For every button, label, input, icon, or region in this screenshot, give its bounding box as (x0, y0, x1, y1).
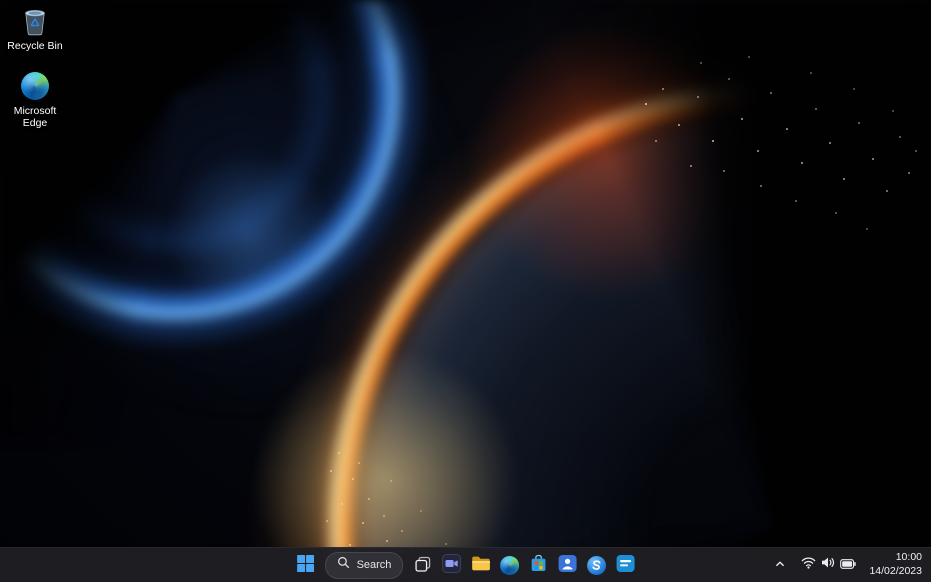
task-view-icon (414, 555, 432, 576)
taskbar-tray-area: 10:00 14/02/2023 (768, 548, 926, 582)
desktop-icon-label: Recycle Bin (7, 40, 62, 53)
video-camera-icon (442, 554, 461, 576)
wallpaper (0, 0, 931, 582)
desktop-icon-label: Microsoft Edge (7, 105, 63, 130)
tray-chevron-button[interactable] (768, 552, 792, 578)
blue-person-tile-icon (558, 554, 577, 576)
taskbar: Search (0, 547, 931, 582)
taskbar-clock[interactable]: 10:00 14/02/2023 (865, 551, 926, 578)
search-icon (337, 556, 350, 574)
store-bag-icon (529, 554, 548, 576)
windows-start-icon (297, 555, 314, 575)
taskbar-app-teal-tile[interactable] (611, 551, 640, 580)
taskbar-app-file-explorer[interactable] (466, 551, 495, 580)
taskbar-app-edge[interactable] (495, 551, 524, 580)
taskbar-app-blue-tile[interactable] (553, 551, 582, 580)
desktop-icon-recycle-bin[interactable]: Recycle Bin (0, 6, 70, 53)
desktop-icon-list: Recycle Bin Microsoft Edge (0, 6, 70, 130)
wifi-icon (801, 556, 816, 574)
tray-status-icons[interactable] (795, 552, 862, 578)
taskbar-app-microsoft-store[interactable] (524, 551, 553, 580)
folder-icon (471, 555, 491, 575)
battery-icon (840, 556, 856, 574)
recycle-bin-icon (20, 6, 50, 37)
search-label: Search (357, 559, 392, 571)
volume-icon (821, 556, 835, 574)
microsoft-edge-icon (20, 71, 50, 102)
wallpaper-sparkles-bottom (0, 0, 2, 2)
clock-time: 10:00 (896, 551, 922, 565)
task-view-button[interactable] (408, 551, 437, 580)
blue-swirl-circle-icon (587, 556, 606, 575)
taskbar-center-group: Search (291, 548, 641, 582)
taskbar-app-blue-circle[interactable] (582, 551, 611, 580)
teal-list-tile-icon (616, 554, 635, 576)
start-button[interactable] (291, 551, 320, 580)
chevron-up-icon (774, 558, 786, 573)
clock-date: 14/02/2023 (869, 565, 922, 579)
microsoft-edge-icon (500, 556, 519, 575)
desktop-icon-microsoft-edge[interactable]: Microsoft Edge (0, 71, 70, 130)
taskbar-search[interactable]: Search (325, 552, 404, 579)
desktop-screen: Recycle Bin Microsoft Edge (0, 0, 931, 582)
taskbar-app-video-chat[interactable] (437, 551, 466, 580)
wallpaper-orange-ring (0, 0, 931, 582)
